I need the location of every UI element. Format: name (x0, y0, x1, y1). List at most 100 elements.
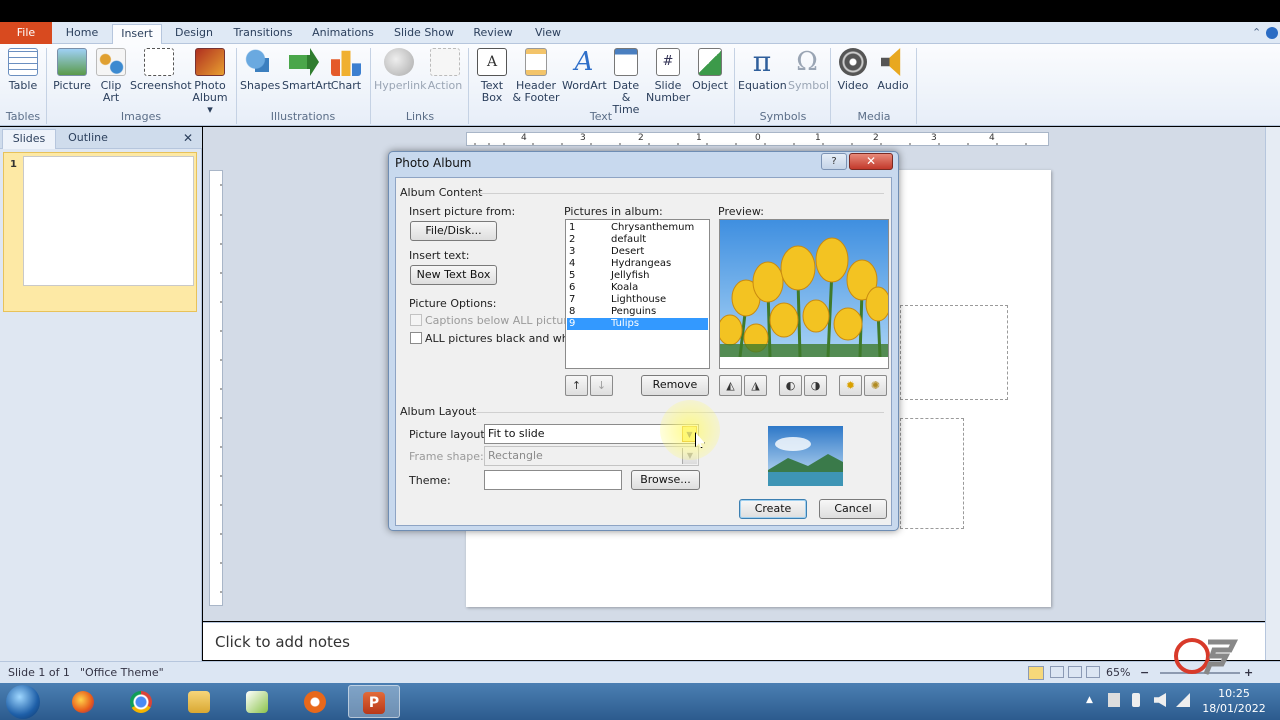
battery-icon[interactable] (1132, 693, 1140, 707)
object-button[interactable]: Object (692, 48, 728, 92)
vertical-scrollbar[interactable] (1265, 127, 1280, 660)
picture-button[interactable]: Picture (52, 48, 92, 92)
pictures-list[interactable]: 1 Chrysanthemum 2 default 3 Desert 4 Hydrang… (565, 219, 710, 369)
tab-review[interactable]: Review (466, 24, 520, 44)
tab-transitions[interactable]: Transitions (226, 24, 300, 44)
list-item-selected[interactable]: 9 Tulips (567, 318, 708, 330)
tab-design[interactable]: Design (168, 24, 220, 44)
list-item[interactable]: 7 Lighthouse (567, 294, 708, 306)
shapes-button[interactable]: Shapes (240, 48, 280, 92)
action-button[interactable]: Action (426, 48, 464, 92)
taskbar-powerpoint[interactable]: P (348, 685, 400, 718)
contrast-decrease-icon[interactable]: ◑ (804, 375, 827, 396)
hyperlink-button[interactable]: Hyperlink (374, 48, 427, 92)
hyperlink-icon (384, 48, 414, 76)
notes-pane[interactable]: Click to add notes (203, 622, 1265, 660)
slide-show-icon[interactable] (1086, 666, 1100, 678)
tab-outline[interactable]: Outline (60, 129, 116, 149)
list-item[interactable]: 4 Hydrangeas (567, 258, 708, 270)
black-white-checkbox[interactable] (410, 332, 422, 344)
slide-sorter-icon[interactable] (1050, 666, 1064, 678)
move-down-button[interactable]: ↓ (590, 375, 613, 396)
chart-button[interactable]: Chart (328, 48, 364, 92)
taskbar-chrome[interactable] (116, 685, 168, 718)
header-footer-button[interactable]: Header & Footer (512, 48, 560, 104)
action-center-icon[interactable] (1108, 693, 1120, 707)
title-placeholder[interactable] (900, 305, 1008, 400)
zoom-in-icon[interactable]: + (1244, 666, 1253, 679)
hyperlink-label: Hyperlink (374, 79, 427, 92)
clip-art-button[interactable]: Clip Art (96, 48, 126, 104)
dialog-close-button[interactable]: ✕ (849, 153, 893, 170)
list-item[interactable]: 8 Penguins (567, 306, 708, 318)
minimize-ribbon-icon[interactable]: ⌃ (1252, 26, 1266, 40)
taskbar-media-player[interactable] (290, 685, 342, 718)
brightness-decrease-icon[interactable]: ✺ (864, 375, 887, 396)
list-item[interactable]: 5 Jellyfish (567, 270, 708, 282)
table-button[interactable]: Table (4, 48, 42, 92)
symbol-button[interactable]: Ω Symbol (788, 48, 829, 92)
zoom-level[interactable]: 65% (1106, 666, 1130, 679)
slide-number-button[interactable]: # Slide Number (646, 48, 690, 104)
slide-thumbnail[interactable] (23, 156, 194, 286)
move-up-button[interactable]: ↑ (565, 375, 588, 396)
tab-home[interactable]: Home (58, 24, 106, 44)
photo-album-button[interactable]: Photo Album ▾ (190, 48, 230, 116)
tab-animations[interactable]: Animations (306, 24, 380, 44)
chart-icon (331, 50, 361, 76)
tab-insert[interactable]: Insert (112, 24, 162, 45)
taskbar-firefox[interactable] (58, 685, 110, 718)
rotate-right-icon[interactable]: ◮ (744, 375, 767, 396)
browse-button[interactable]: Browse... (631, 470, 700, 490)
text-box-button[interactable]: A Text Box (474, 48, 510, 104)
reading-view-icon[interactable] (1068, 666, 1082, 678)
network-icon[interactable] (1176, 693, 1190, 707)
help-icon[interactable] (1266, 27, 1278, 39)
slide-thumbnail-number: 1 (10, 159, 17, 170)
contrast-increase-icon[interactable]: ◐ (779, 375, 802, 396)
cancel-button[interactable]: Cancel (819, 499, 887, 519)
brightness-increase-icon[interactable]: ✹ (839, 375, 862, 396)
tray-arrow-icon[interactable]: ▲ (1086, 695, 1093, 705)
normal-view-icon[interactable] (1028, 666, 1044, 680)
ruler-label: 1 (815, 133, 821, 143)
start-button-icon[interactable] (6, 685, 40, 719)
dialog-help-button[interactable]: ? (821, 153, 847, 170)
list-item[interactable]: 6 Koala (567, 282, 708, 294)
clock-time: 10:25 (1218, 687, 1250, 700)
captions-checkbox[interactable] (410, 314, 422, 326)
slide-number-icon: # (656, 48, 680, 76)
remove-button[interactable]: Remove (641, 375, 709, 396)
new-text-box-button[interactable]: New Text Box (410, 265, 497, 285)
tab-slide-show[interactable]: Slide Show (388, 24, 460, 44)
tray-clock[interactable]: 10:25 18/01/2022 (1192, 686, 1276, 716)
slide-thumbnail-item[interactable]: 1 (3, 152, 197, 312)
tab-view[interactable]: View (526, 24, 570, 44)
picture-layout-label: Picture layout: (409, 428, 489, 441)
list-item[interactable]: 1 Chrysanthemum (567, 222, 708, 234)
theme-input[interactable] (484, 470, 622, 490)
zoom-out-icon[interactable]: − (1140, 666, 1149, 679)
smartart-button[interactable]: SmartArt (282, 48, 332, 92)
taskbar-app[interactable] (232, 685, 284, 718)
file-disk-button[interactable]: File/Disk... (410, 221, 497, 241)
subtitle-placeholder[interactable] (900, 418, 964, 529)
video-button[interactable]: Video (836, 48, 870, 92)
rotate-left-icon[interactable]: ◭ (719, 375, 742, 396)
screenshot-button[interactable]: Screenshot (130, 48, 192, 92)
date-time-button[interactable]: Date & Time (608, 48, 644, 116)
theme-name[interactable]: "Office Theme" (80, 666, 164, 679)
close-pane-icon[interactable]: ✕ (178, 129, 198, 149)
list-item[interactable]: 2 default (567, 234, 708, 246)
taskbar-explorer[interactable] (174, 685, 226, 718)
list-item[interactable]: 3 Desert (567, 246, 708, 258)
create-button[interactable]: Create (739, 499, 807, 519)
audio-button[interactable]: Audio (874, 48, 912, 92)
tab-slides[interactable]: Slides (2, 129, 56, 149)
wordart-button[interactable]: A WordArt (562, 48, 607, 92)
group-separator (468, 48, 469, 124)
tab-file[interactable]: File (0, 22, 52, 44)
volume-icon[interactable] (1154, 693, 1166, 707)
equation-button[interactable]: π Equation (738, 48, 787, 92)
preview-label: Preview: (718, 205, 764, 218)
